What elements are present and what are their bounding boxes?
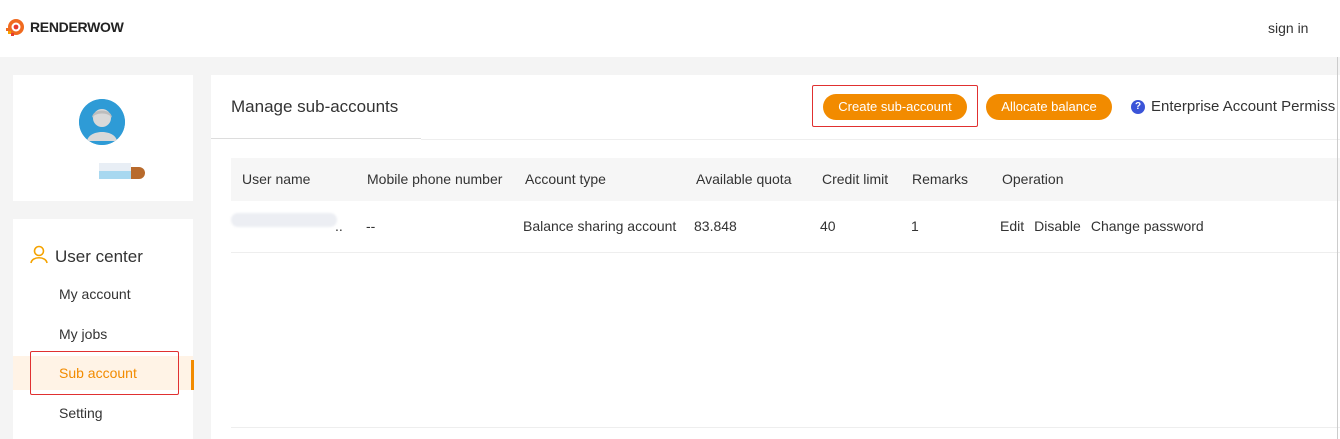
renderwow-logo-icon: [6, 17, 26, 37]
column-header-available-quota: Available quota: [696, 171, 792, 187]
column-header-account-type: Account type: [525, 171, 606, 187]
cell-account-type: Balance sharing account: [523, 218, 677, 234]
sidebar-item-label: My account: [59, 286, 131, 302]
sidebar-item-label: Sub account: [59, 365, 137, 381]
member-level-badge: [99, 163, 145, 179]
sign-in-link[interactable]: sign in: [1268, 20, 1308, 36]
cell-credit-limit: 40: [820, 218, 836, 234]
header-divider: [421, 139, 1340, 140]
sidebar-nav: User center My account My jobs Sub accou…: [13, 219, 194, 439]
sidebar-item-my-jobs[interactable]: My jobs: [13, 317, 193, 351]
enterprise-permission-link[interactable]: ? Enterprise Account Permiss: [1131, 98, 1335, 115]
brand-name: RENDERWOW: [30, 19, 124, 35]
sidebar-item-setting[interactable]: Setting: [13, 396, 193, 430]
table-header: User name Mobile phone number Account ty…: [231, 158, 1340, 201]
sidebar-item-my-account[interactable]: My account: [13, 277, 193, 311]
column-header-operation: Operation: [1002, 171, 1064, 187]
sidebar-item-label: My jobs: [59, 326, 108, 342]
brand-logo[interactable]: RENDERWOW: [6, 17, 124, 37]
user-center-heading: User center: [29, 244, 143, 269]
table-row: .. -- Balance sharing account 83.848 40 …: [231, 201, 1340, 253]
redacted-user-name: [231, 213, 337, 227]
change-password-link[interactable]: Change password: [1091, 218, 1204, 234]
page-title: Manage sub-accounts: [231, 97, 399, 116]
column-header-remarks: Remarks: [912, 171, 969, 187]
cell-available-quota: 83.848: [694, 218, 737, 234]
title-divider: [211, 138, 421, 139]
edit-link[interactable]: Edit: [1000, 218, 1024, 234]
cell-remarks: 1: [911, 218, 919, 234]
table-bottom-divider: [231, 427, 1340, 428]
column-header-credit-limit: Credit limit: [822, 171, 889, 187]
column-header-user-name: User name: [242, 171, 311, 187]
cell-operations: Edit Disable Change password: [1000, 218, 1214, 234]
cell-user-name: ..: [335, 218, 343, 234]
question-circle-icon: ?: [1131, 99, 1145, 114]
sidebar-item-label: Setting: [59, 405, 103, 421]
user-avatar-icon[interactable]: [79, 99, 125, 145]
main-panel: Manage sub-accounts Create sub-account A…: [211, 75, 1340, 439]
allocate-balance-button[interactable]: Allocate balance: [986, 94, 1112, 120]
sidebar-item-sub-account[interactable]: Sub account: [13, 356, 194, 390]
scrollbar-track[interactable]: [1337, 57, 1338, 439]
top-bar: RENDERWOW sign in: [0, 0, 1340, 57]
enterprise-permission-label: Enterprise Account Permiss: [1151, 98, 1336, 115]
user-center-label: User center: [55, 246, 143, 266]
column-header-mobile: Mobile phone number: [367, 171, 503, 187]
user-outline-icon: [29, 244, 49, 269]
cell-mobile: --: [366, 218, 376, 234]
disable-link[interactable]: Disable: [1034, 218, 1081, 234]
profile-card: [13, 75, 193, 201]
create-sub-account-button[interactable]: Create sub-account: [823, 94, 967, 120]
